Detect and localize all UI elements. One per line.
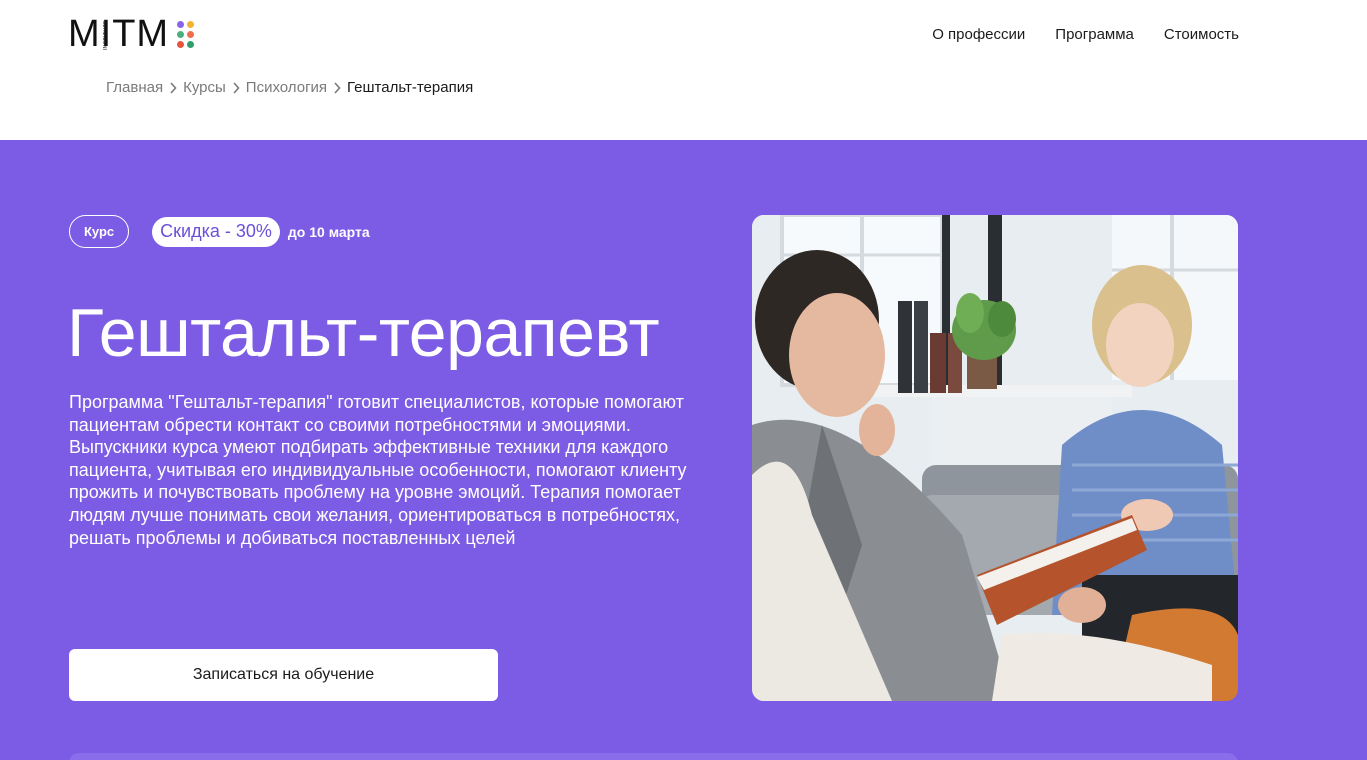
- breadcrumb-courses[interactable]: Курсы: [183, 78, 226, 98]
- logo-dot: [177, 30, 185, 38]
- logo-dot: [187, 30, 195, 38]
- site-header: MITM INSTITUTE О профессии Программа Сто…: [0, 0, 1367, 140]
- logo[interactable]: MITM INSTITUTE: [68, 13, 195, 55]
- breadcrumb-current: Гештальт-терапия: [347, 79, 474, 96]
- logo-dot: [177, 40, 185, 48]
- logo-dots-icon: [177, 20, 195, 48]
- hero-section: Курс Скидка - 30% до 10 марта Гештальт-т…: [0, 140, 1367, 760]
- breadcrumb-home[interactable]: Главная: [106, 78, 163, 98]
- chevron-right-icon: [226, 82, 246, 94]
- breadcrumb-psychology[interactable]: Психология: [246, 78, 327, 98]
- page-title: Гештальт-терапевт: [67, 295, 660, 371]
- hero-photo: [752, 215, 1238, 701]
- discount-badge: Скидка - 30%: [152, 216, 280, 247]
- logo-text: MITM: [68, 13, 170, 55]
- chevron-right-icon: [327, 82, 347, 94]
- breadcrumb: Главная Курсы Психология Гештальт-терапи…: [106, 78, 473, 98]
- discount-deadline: до 10 марта: [287, 223, 370, 240]
- course-badge: Курс: [69, 215, 130, 248]
- enroll-button[interactable]: Записаться на обучение: [69, 649, 498, 701]
- hero-tags: Курс Скидка - 30% до 10 марта: [69, 215, 370, 248]
- nav-link-about-profession[interactable]: О профессии: [932, 25, 1025, 45]
- logo-dot: [177, 20, 185, 28]
- logo-dot: [187, 20, 195, 28]
- logo-dot: [187, 40, 195, 48]
- nav-link-program[interactable]: Программа: [1055, 25, 1134, 45]
- main-nav: О профессии Программа Стоимость: [932, 25, 1239, 45]
- logo-subtitle: INSTITUTE: [103, 20, 109, 51]
- course-description: Программа "Гештальт-терапия" готовит спе…: [69, 392, 687, 548]
- next-section-card: [69, 753, 1238, 760]
- chevron-right-icon: [163, 82, 183, 94]
- nav-link-price[interactable]: Стоимость: [1164, 25, 1239, 45]
